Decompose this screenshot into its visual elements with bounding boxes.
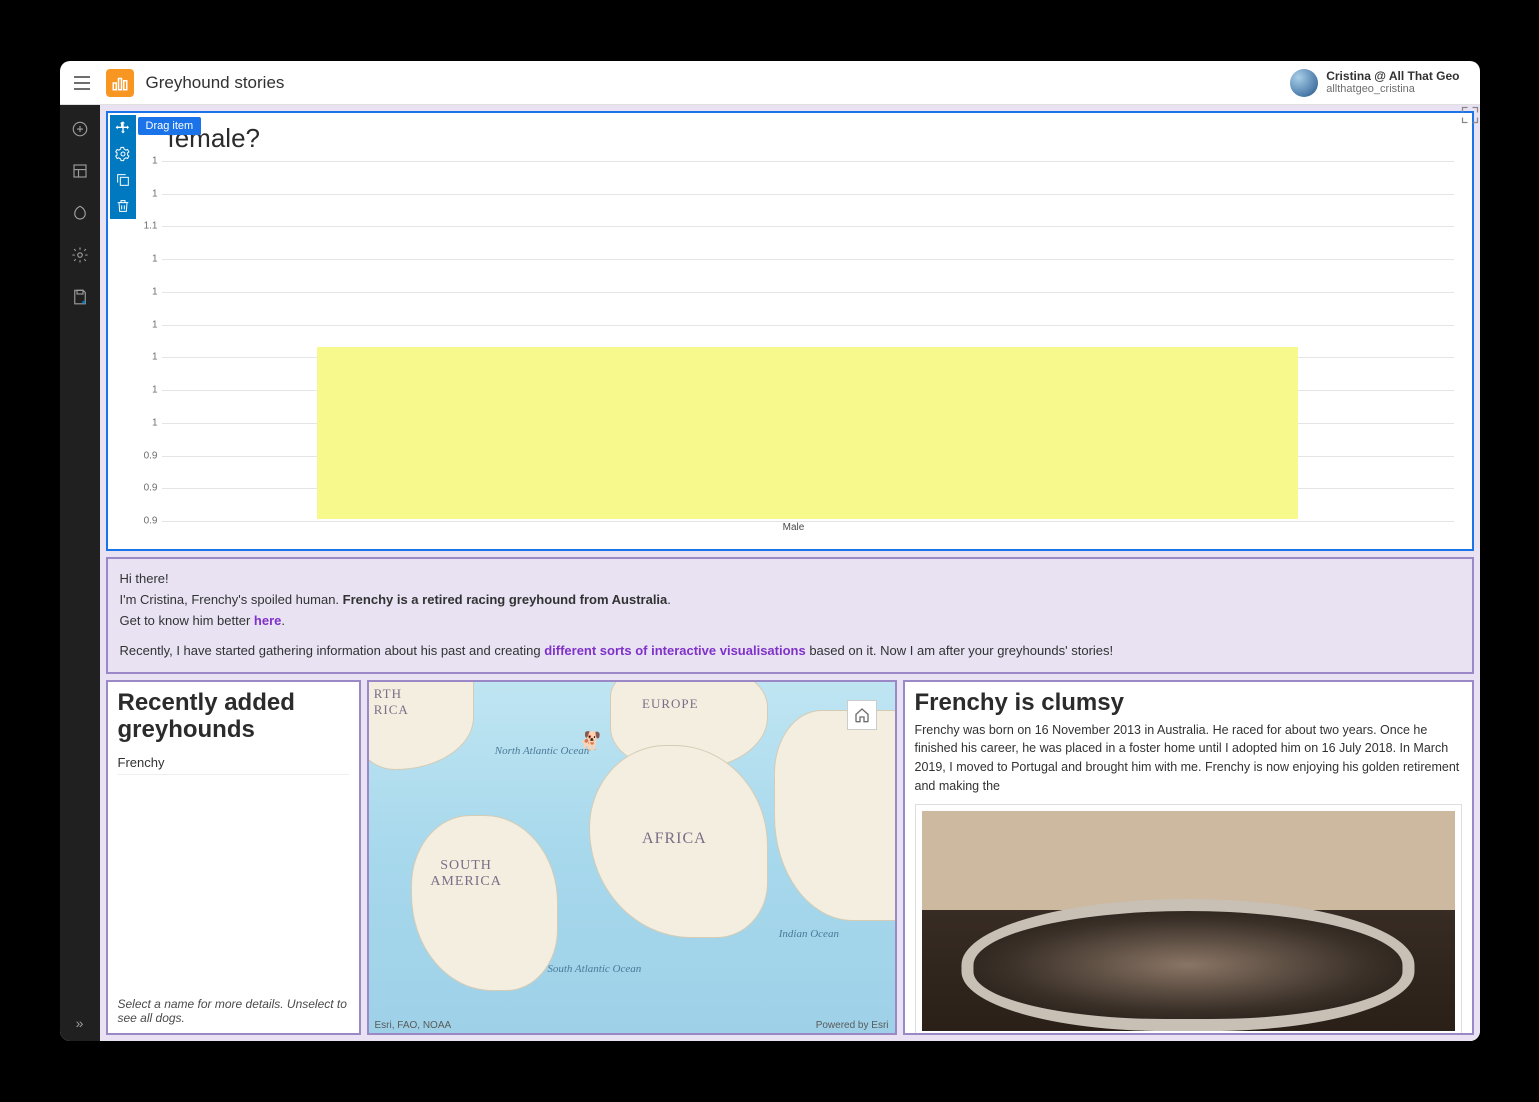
y-tick-label: 1 <box>134 286 158 297</box>
resize-handle-icon[interactable] <box>1460 105 1480 125</box>
user-avatar <box>1290 69 1318 97</box>
list-hint: Select a name for more details. Unselect… <box>108 989 359 1033</box>
map-label-natlantic: North Atlantic Ocean <box>495 745 590 758</box>
y-tick-label: 0.9 <box>134 516 158 527</box>
theme-icon[interactable] <box>70 203 90 223</box>
map-label-satlantic: South Atlantic Ocean <box>547 963 641 976</box>
list-item[interactable]: Frenchy <box>118 751 349 775</box>
settings-icon[interactable] <box>70 245 90 265</box>
map-label-indian: Indian Ocean <box>779 928 839 941</box>
map-marker[interactable]: 🐕 <box>579 731 601 752</box>
map-label-samerica: SOUTH AMERICA <box>421 858 511 890</box>
map-surface[interactable]: EUROPE AFRICA SOUTH AMERICA RTH RICA Nor… <box>369 682 895 1033</box>
user-block[interactable]: Cristina @ All That Geo allthatgeo_crist… <box>1290 69 1469 97</box>
map-home-button[interactable] <box>847 700 877 730</box>
chart-x-label: Male <box>783 522 805 533</box>
story-image-frame <box>915 804 1462 1033</box>
intro-line: Get to know him better here. <box>120 611 1460 632</box>
intro-line: Hi there! <box>120 569 1460 590</box>
save-icon[interactable] <box>70 287 90 307</box>
add-icon[interactable] <box>70 119 90 139</box>
app-title: Greyhound stories <box>146 73 285 93</box>
list-panel: Recently added greyhounds Frenchy Select… <box>106 680 361 1035</box>
user-name: Cristina @ All That Geo <box>1326 69 1459 83</box>
chart-body: 0.90.90.91111111.111 Male <box>134 161 1454 533</box>
top-bar: Greyhound stories Cristina @ All That Ge… <box>60 61 1480 105</box>
app-logo <box>106 69 134 97</box>
sidebar: » <box>60 105 100 1041</box>
bottom-row: Recently added greyhounds Frenchy Select… <box>106 680 1474 1035</box>
intro-line: Recently, I have started gathering infor… <box>120 641 1460 662</box>
intro-panel: Hi there! I'm Cristina, Frenchy's spoile… <box>106 557 1474 674</box>
user-handle: allthatgeo_cristina <box>1326 83 1459 96</box>
duplicate-icon[interactable] <box>110 167 136 193</box>
y-tick-label: 0.9 <box>134 483 158 494</box>
y-tick-label: 1 <box>134 319 158 330</box>
chart-panel[interactable]: Drag item female? 0.9 0.9 0.9 1 1 1 1 1 1 1.1 1 1 M… <box>106 111 1474 551</box>
app-window: Greyhound stories Cristina @ All That Ge… <box>60 61 1480 1041</box>
story-title: Frenchy is clumsy <box>905 682 1472 720</box>
y-tick-label: 1 <box>134 352 158 363</box>
here-link[interactable]: here <box>254 613 281 628</box>
story-panel: Frenchy is clumsy Frenchy was born on 16… <box>903 680 1474 1035</box>
map-attribution: Esri, FAO, NOAA <box>375 1020 452 1031</box>
map-label-namerica: RTH RICA <box>374 686 434 718</box>
y-tick-label: 1 <box>134 254 158 265</box>
y-tick-label: 1 <box>134 156 158 167</box>
delete-icon[interactable] <box>110 193 136 219</box>
chart-bar[interactable] <box>317 347 1299 519</box>
story-image <box>922 811 1455 1031</box>
drag-handle-icon[interactable] <box>110 115 136 141</box>
y-tick-label: 0.9 <box>134 450 158 461</box>
configure-icon[interactable] <box>110 141 136 167</box>
story-text: Frenchy was born on 16 November 2013 in … <box>915 721 1462 796</box>
map-panel[interactable]: EUROPE AFRICA SOUTH AMERICA RTH RICA Nor… <box>367 680 897 1035</box>
list-title: Recently added greyhounds <box>108 682 359 747</box>
menu-button[interactable] <box>70 71 94 95</box>
visualisations-link[interactable]: different sorts of interactive visualisa… <box>544 643 806 658</box>
panel-toolbar <box>110 115 136 219</box>
expand-sidebar-icon[interactable]: » <box>76 1015 84 1031</box>
map-label-africa: AFRICA <box>642 830 707 848</box>
map-powered: Powered by Esri <box>816 1020 889 1031</box>
y-tick-label: 1 <box>134 188 158 199</box>
y-tick-label: 1.1 <box>134 221 158 232</box>
grid-line <box>162 521 1454 522</box>
dashboard-canvas: Drag item female? 0.9 0.9 0.9 1 1 1 1 1 1 1.1 1 1 M… <box>100 105 1480 1041</box>
y-tick-label: 1 <box>134 385 158 396</box>
chart-title: female? <box>108 113 1472 154</box>
map-label-europe: EUROPE <box>642 696 699 712</box>
intro-line: I'm Cristina, Frenchy's spoiled human. F… <box>120 590 1460 611</box>
drag-tooltip: Drag item <box>138 117 202 135</box>
layout-icon[interactable] <box>70 161 90 181</box>
y-tick-label: 1 <box>134 417 158 428</box>
